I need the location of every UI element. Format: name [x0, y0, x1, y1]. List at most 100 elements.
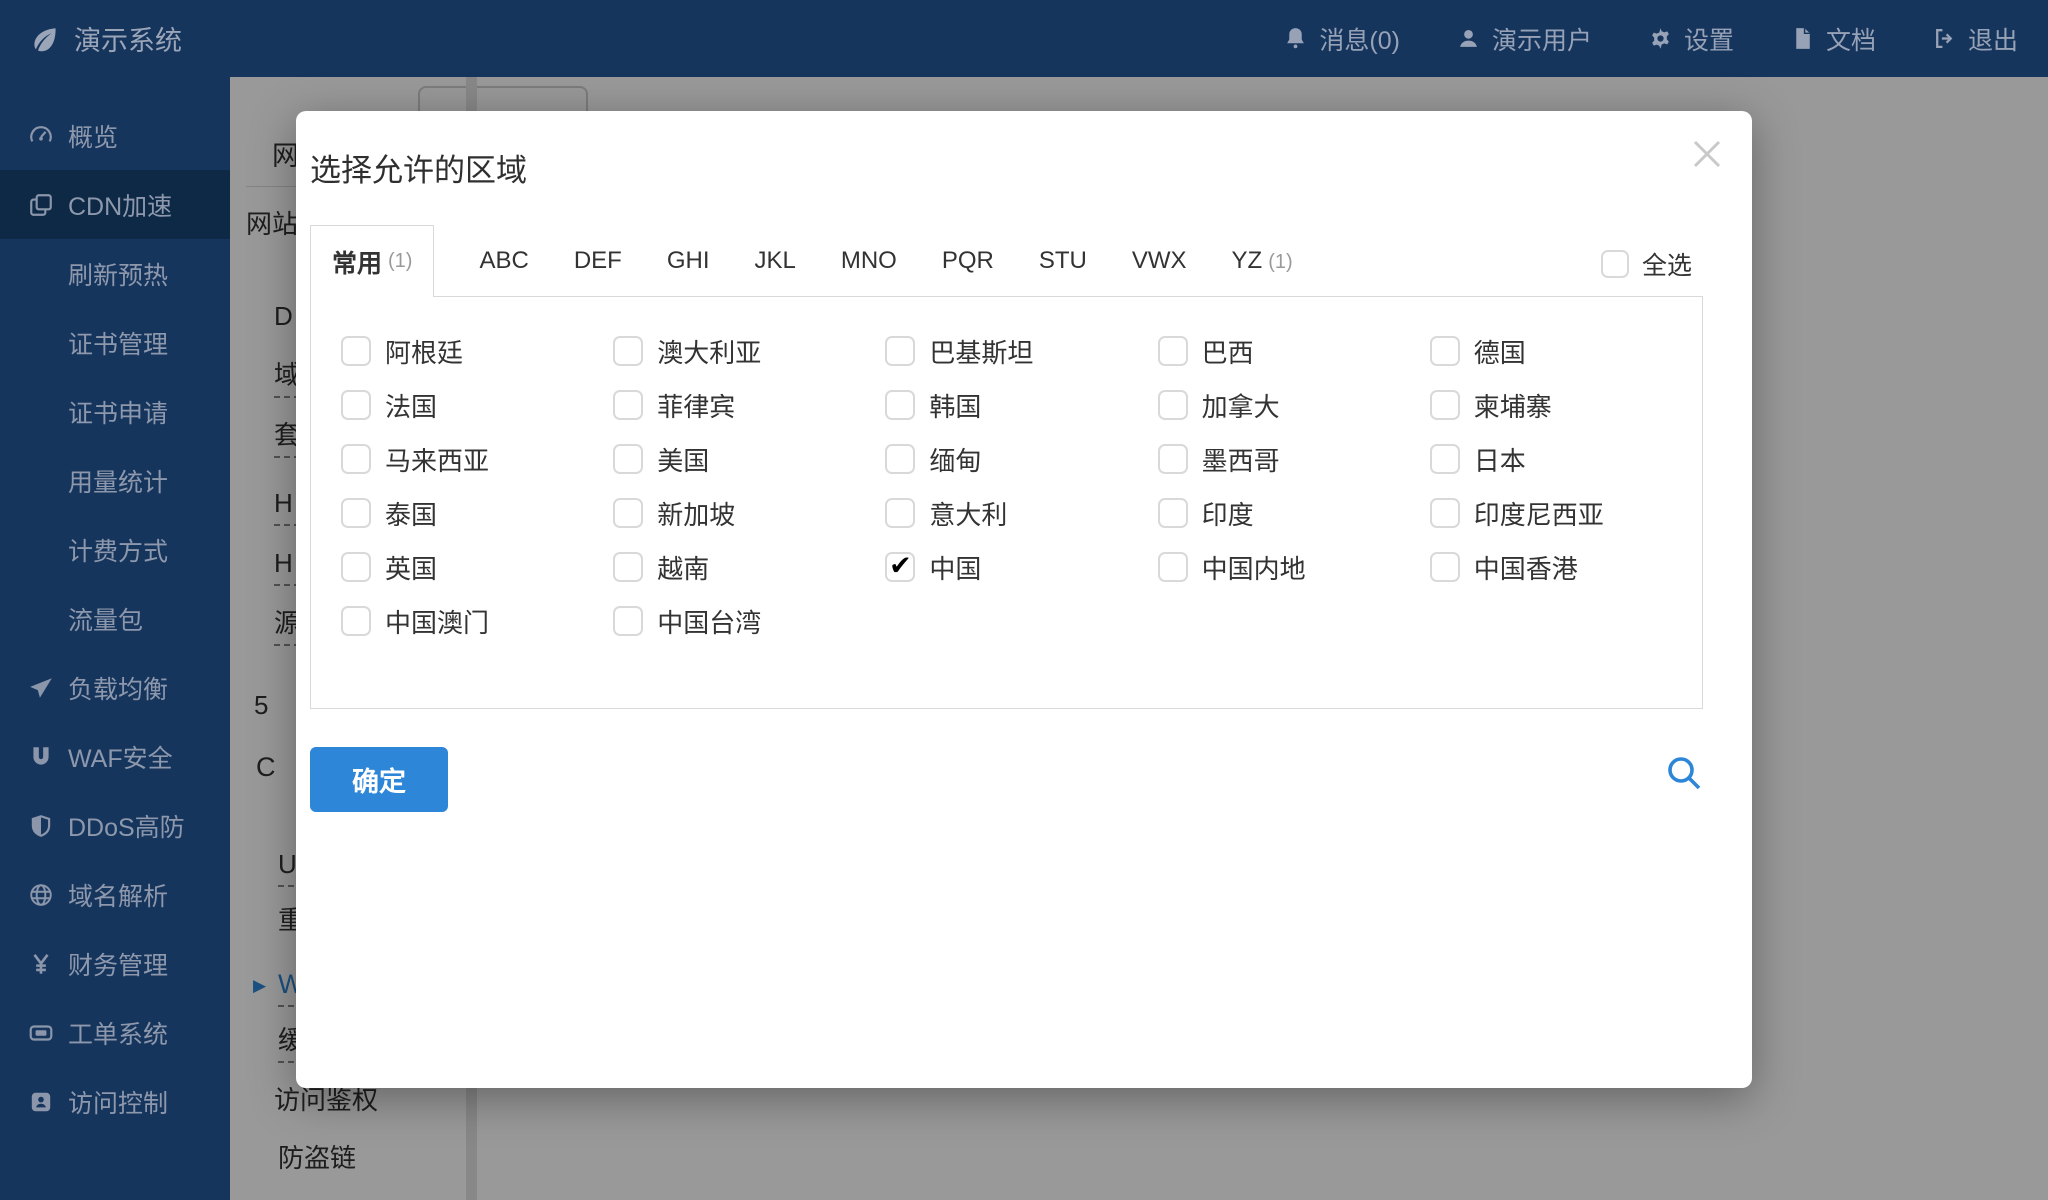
region-checkbox-澳大利亚[interactable]	[613, 336, 644, 366]
region-checkbox-英国[interactable]	[341, 552, 371, 582]
region-checkbox-美国[interactable]	[613, 444, 644, 474]
region-item: 缅甸	[885, 432, 1157, 486]
region-checkbox-意大利[interactable]	[885, 498, 916, 528]
tab-YZ[interactable]: YZ (1)	[1232, 247, 1293, 275]
sidebar-item-label: 负载均衡	[68, 675, 169, 704]
region-item: 越南	[613, 540, 885, 594]
sidebar-item-工单系统[interactable]: 工单系统	[0, 998, 230, 1067]
region-label: 马来西亚	[385, 445, 490, 476]
region-item: 韩国	[885, 378, 1157, 432]
region-checkbox-柬埔寨[interactable]	[1429, 390, 1460, 420]
region-label: 缅甸	[929, 445, 982, 476]
region-label: 印度尼西亚	[1473, 499, 1604, 530]
region-checkbox-阿根廷[interactable]	[341, 336, 371, 366]
sidebar-item-财务管理[interactable]: 财务管理	[0, 929, 230, 998]
tab-PQR[interactable]: PQR	[942, 247, 994, 275]
id-card-icon	[28, 1089, 54, 1115]
region-item: 巴西	[1157, 324, 1430, 378]
confirm-button[interactable]: 确定	[310, 747, 448, 812]
region-item: 中国内地	[1157, 540, 1430, 594]
topbar-item-2[interactable]: 设置	[1648, 21, 1734, 57]
tab-ABC[interactable]: ABC	[479, 247, 528, 275]
region-checkbox-巴基斯坦[interactable]	[885, 336, 916, 366]
close-icon[interactable]	[1684, 131, 1730, 177]
region-label: 日本	[1473, 445, 1526, 476]
sidebar-item-计费方式[interactable]: 计费方式	[0, 515, 230, 584]
app: 演示系统 消息(0) 演示用户 设置 文档 退出 概览 CDN加速 刷新预热证书管理证书申请…	[0, 0, 2048, 1200]
region-checkbox-巴西[interactable]	[1157, 336, 1188, 366]
region-checkbox-印度尼西亚[interactable]	[1429, 498, 1460, 528]
region-checkbox-中国[interactable]	[885, 552, 916, 582]
region-checkbox-中国澳门[interactable]	[341, 606, 371, 636]
leaf-icon	[30, 24, 60, 54]
tab-JKL[interactable]: JKL	[755, 247, 796, 275]
sidebar-item-刷新预热[interactable]: 刷新预热	[0, 239, 230, 308]
sidebar-item-流量包[interactable]: 流量包	[0, 584, 230, 653]
sidebar-item-域名解析[interactable]: 域名解析	[0, 860, 230, 929]
tab-label: JKL	[754, 247, 796, 274]
region-item: 菲律宾	[613, 378, 885, 432]
topbar-item-3[interactable]: 文档	[1790, 21, 1876, 57]
region-checkbox-马来西亚[interactable]	[341, 444, 371, 474]
tab-count: (1)	[388, 250, 413, 272]
region-label: 柬埔寨	[1473, 391, 1552, 422]
region-checkbox-法国[interactable]	[341, 390, 371, 420]
yen-icon	[28, 951, 54, 977]
tab-label: STU	[1038, 247, 1087, 274]
search-icon[interactable]	[1662, 751, 1706, 795]
sidebar-item-概览[interactable]: 概览	[0, 101, 230, 170]
region-checkbox-日本[interactable]	[1429, 444, 1460, 474]
tab-VWX[interactable]: VWX	[1132, 247, 1187, 275]
topbar-item-label: 设置	[1683, 26, 1734, 55]
tab-MNO[interactable]: MNO	[841, 247, 897, 275]
topbar-item-1[interactable]: 演示用户	[1456, 21, 1592, 57]
topbar-item-4[interactable]: 退出	[1932, 21, 2018, 57]
region-item: 墨西哥	[1157, 432, 1430, 486]
tab-STU[interactable]: STU	[1039, 247, 1087, 275]
magnet-icon	[28, 744, 54, 770]
sidebar-item-DDoS高防[interactable]: DDoS高防	[0, 791, 230, 860]
brand: 演示系统	[0, 19, 182, 58]
sidebar-item-label: 证书管理	[68, 330, 169, 359]
region-select-modal: 选择允许的区域 常用 (1) ABC DEF GHI JKL MNO PQR STU VWX YZ(…	[296, 111, 1752, 1088]
region-item: 意大利	[885, 486, 1157, 540]
region-item: 加拿大	[1157, 378, 1430, 432]
sidebar-item-证书管理[interactable]: 证书管理	[0, 308, 230, 377]
region-checkbox-中国台湾[interactable]	[613, 606, 644, 636]
region-checkbox-韩国[interactable]	[885, 390, 916, 420]
region-label: 印度	[1201, 499, 1254, 530]
region-checkbox-印度[interactable]	[1157, 498, 1188, 528]
region-label: 巴西	[1201, 337, 1254, 368]
bell-icon	[1283, 26, 1308, 51]
tab-label: 常用	[332, 249, 383, 278]
region-checkbox-新加坡[interactable]	[613, 498, 644, 528]
tab-常用[interactable]: 常用 (1)	[310, 225, 435, 297]
region-checkbox-德国[interactable]	[1429, 336, 1460, 366]
select-all-checkbox[interactable]	[1600, 250, 1629, 278]
sidebar-item-访问控制[interactable]: 访问控制	[0, 1067, 230, 1136]
modal-title: 选择允许的区域	[310, 153, 527, 188]
region-checkbox-墨西哥[interactable]	[1157, 444, 1188, 474]
region-label: 英国	[385, 553, 438, 584]
tab-GHI[interactable]: GHI	[667, 247, 710, 275]
region-checkbox-泰国[interactable]	[341, 498, 371, 528]
sidebar-item-label: WAF安全	[68, 744, 173, 773]
region-checkbox-缅甸[interactable]	[885, 444, 916, 474]
region-label: 法国	[385, 391, 438, 422]
tab-DEF[interactable]: DEF	[574, 247, 622, 275]
sidebar-item-CDN加速[interactable]: CDN加速	[0, 170, 230, 239]
sidebar-item-label: 证书申请	[68, 399, 169, 428]
region-checkbox-中国内地[interactable]	[1157, 552, 1188, 582]
region-checkbox-越南[interactable]	[613, 552, 644, 582]
region-checkbox-菲律宾[interactable]	[613, 390, 644, 420]
sidebar-item-负载均衡[interactable]: 负载均衡	[0, 653, 230, 722]
sidebar-item-WAF安全[interactable]: WAF安全	[0, 722, 230, 791]
sidebar-item-用量统计[interactable]: 用量统计	[0, 446, 230, 515]
region-checkbox-加拿大[interactable]	[1157, 390, 1188, 420]
topbar-item-0[interactable]: 消息(0)	[1283, 21, 1400, 57]
region-item: 巴基斯坦	[885, 324, 1157, 378]
region-checkbox-中国香港[interactable]	[1429, 552, 1460, 582]
logout-icon	[1932, 26, 1957, 51]
region-label: 越南	[657, 553, 710, 584]
sidebar-item-证书申请[interactable]: 证书申请	[0, 377, 230, 446]
